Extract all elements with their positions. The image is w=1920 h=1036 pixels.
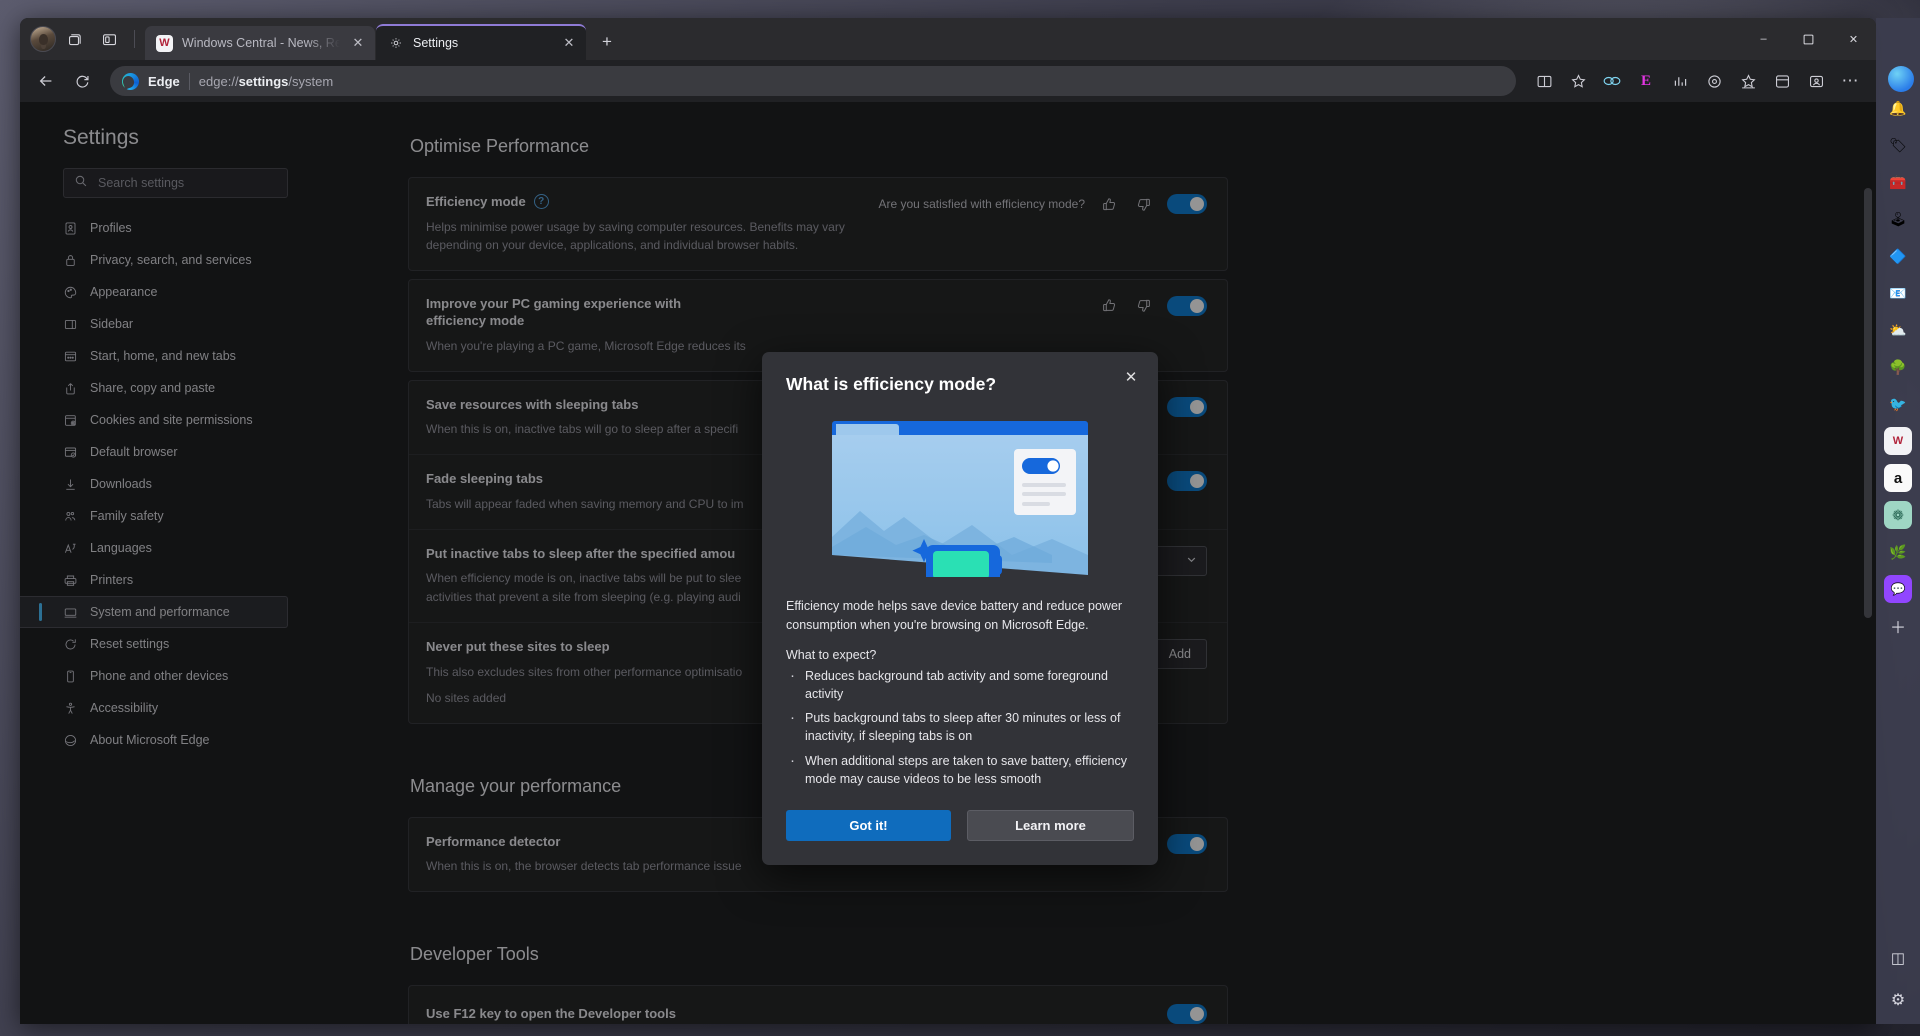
got-it-button[interactable]: Got it! (786, 809, 951, 841)
new-tab-button[interactable]: + (592, 27, 622, 57)
twitter-icon[interactable]: 🐦 (1884, 390, 1912, 418)
url-text: edge://settings/system (199, 74, 333, 89)
list-item: Puts background tabs to sleep after 30 m… (786, 707, 1134, 745)
games-icon[interactable]: 🕹 (1884, 205, 1912, 233)
maximize-button[interactable] (1786, 18, 1831, 60)
tab-strip: W Windows Central - News, Revie ✕ Settin… (20, 18, 1876, 60)
browser-window: W Windows Central - News, Revie ✕ Settin… (20, 18, 1876, 1024)
address-divider (188, 72, 190, 90)
vertical-tabs-icon[interactable] (94, 24, 124, 54)
notifications-icon[interactable]: 🔔 (1884, 94, 1912, 122)
dialog-subheading: What to expect? (786, 648, 877, 662)
split-pane-icon[interactable]: ◫ (1884, 944, 1912, 972)
efficiency-mode-illustration (828, 417, 1092, 585)
list-item: Reduces background tab activity and some… (786, 665, 1134, 703)
tab-windows-central[interactable]: W Windows Central - News, Revie ✕ (145, 26, 375, 60)
toolbar-right-group: E ⋯ (1528, 65, 1866, 97)
add-icon[interactable]: ＋ (1884, 612, 1912, 640)
tab-label: Settings (413, 36, 459, 50)
tools-icon[interactable]: 🧰 (1884, 168, 1912, 196)
chatgpt-icon[interactable]: ❁ (1884, 501, 1912, 529)
split-screen-icon[interactable] (1528, 65, 1560, 97)
profile-icon[interactable] (1800, 65, 1832, 97)
dialog-bullet-list: Reduces background tab activity and some… (786, 665, 1134, 788)
collections-icon[interactable] (1732, 65, 1764, 97)
edge-sidebar-app-bar: 🔔 🏷 🧰 🕹 🔷 📧 ⛅ 🌳 🐦 W a ❁ 🌿 💬 ＋ ◫ ⚙ (1876, 18, 1920, 1024)
learn-more-button[interactable]: Learn more (967, 809, 1134, 841)
avatar[interactable] (30, 26, 56, 52)
dialog-actions: Got it! Learn more (786, 809, 1134, 841)
tab-close-icon[interactable]: ✕ (560, 34, 578, 52)
windows-central-icon[interactable]: W (1884, 427, 1912, 455)
tab-actions-icon[interactable] (60, 24, 90, 54)
browser-essentials-icon[interactable] (1698, 65, 1730, 97)
performance-icon[interactable] (1664, 65, 1696, 97)
list-item: When additional steps are taken to save … (786, 749, 1134, 788)
browser-toolbar: Edge edge://settings/system E ⋯ (20, 60, 1876, 102)
frog-icon[interactable]: 🌿 (1884, 538, 1912, 566)
copilot-sidebar-icon[interactable] (1888, 66, 1914, 92)
close-window-button[interactable]: ✕ (1831, 18, 1876, 60)
dialog-title: What is efficiency mode? (786, 374, 997, 394)
window-controls: – ✕ (1741, 18, 1876, 60)
amazon-icon[interactable]: a (1884, 464, 1912, 492)
tab-label: Windows Central - News, Revie (182, 36, 340, 50)
url-prefix: edge:// (198, 73, 239, 89)
tab-list: W Windows Central - News, Revie ✕ Settin… (145, 18, 622, 60)
dialog-paragraph: Efficiency mode helps save device batter… (786, 599, 1123, 632)
url-suffix: /system (288, 73, 334, 89)
back-button[interactable] (30, 65, 62, 97)
shopping-tag-icon[interactable]: 🏷 (1884, 131, 1912, 159)
edge-logo-icon (122, 72, 139, 90)
refresh-button[interactable] (66, 65, 98, 97)
settings-gear-icon[interactable]: ⚙ (1884, 986, 1912, 1014)
tab-settings[interactable]: Settings ✕ (376, 24, 586, 60)
url-bold: settings (238, 73, 289, 89)
favorites-bar-icon[interactable] (1766, 65, 1798, 97)
close-icon[interactable]: ✕ (1118, 364, 1144, 390)
outlook-icon[interactable]: 📧 (1884, 279, 1912, 307)
copilot-icon[interactable] (1596, 65, 1628, 97)
extension-e-icon[interactable]: E (1630, 65, 1662, 97)
sidebar-bottom-group: ◫ ⚙ (1884, 944, 1912, 1014)
tabstrip-divider (134, 30, 135, 48)
office-icon[interactable]: 🔷 (1884, 242, 1912, 270)
more-settings-icon[interactable]: ⋯ (1834, 65, 1866, 97)
settings-page: Settings Profiles Privacy, search, and s… (20, 102, 1876, 1024)
gear-icon (387, 35, 404, 52)
minimize-button[interactable]: – (1741, 18, 1786, 60)
maps-icon[interactable]: 🌳 (1884, 353, 1912, 381)
address-brand: Edge (148, 73, 180, 89)
twitch-icon[interactable]: 💬 (1884, 575, 1912, 603)
efficiency-mode-dialog: ✕ What is efficiency mode? Efficiency mo… (762, 352, 1158, 865)
address-bar[interactable]: Edge edge://settings/system (110, 66, 1516, 96)
weather-icon[interactable]: ⛅ (1884, 316, 1912, 344)
tab-close-icon[interactable]: ✕ (349, 34, 367, 52)
windows-central-favicon: W (156, 34, 173, 52)
favorite-star-icon[interactable] (1562, 65, 1594, 97)
